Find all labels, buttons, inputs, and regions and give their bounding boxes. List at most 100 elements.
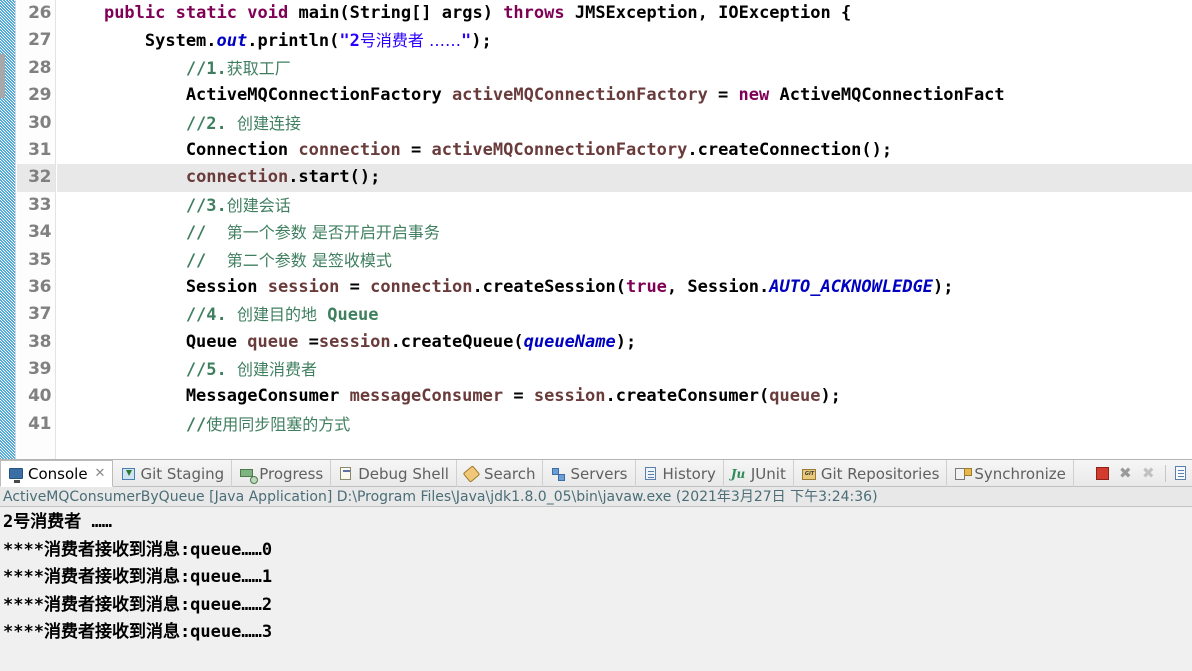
tab-git-staging[interactable]: Git Staging bbox=[113, 460, 233, 487]
code-line-30[interactable]: //2. 创建连接 bbox=[57, 110, 1192, 137]
code-text-area[interactable]: public static void main(String[] args) t… bbox=[57, 0, 1192, 459]
terminate-button[interactable] bbox=[1094, 465, 1111, 482]
tab-servers[interactable]: Servers bbox=[543, 460, 636, 487]
console-view: Console ✕ Git Staging Progress Debug She… bbox=[0, 459, 1192, 671]
launch-status-line: ActiveMQConsumerByQueue [Java Applicatio… bbox=[0, 487, 1192, 507]
console-output-line: ****消费者接收到消息:queue……1 bbox=[3, 567, 273, 587]
remove-launch-button[interactable]: ✖ bbox=[1117, 465, 1134, 482]
line-number: 34 bbox=[28, 222, 51, 243]
code-line-37[interactable]: //4. 创建目的地 Queue bbox=[57, 301, 1192, 328]
tab-progress[interactable]: Progress bbox=[232, 460, 332, 487]
gutter-row: 31 bbox=[17, 137, 55, 164]
tab-junit[interactable]: Ju JUnit bbox=[724, 460, 794, 487]
line-number: 35 bbox=[28, 249, 51, 270]
code-line: MessageConsumer messageConsumer = sessio… bbox=[57, 383, 1192, 410]
code-line-39[interactable]: //5. 创建消费者 bbox=[57, 356, 1192, 383]
code-line: System.out.println("2号消费者 ……"); bbox=[57, 27, 1192, 54]
clear-console-button[interactable] bbox=[1174, 465, 1191, 482]
tab-label: Debug Shell bbox=[358, 464, 449, 483]
code-line: //3.创建会话 bbox=[57, 192, 1192, 219]
gutter-row: 37 bbox=[17, 301, 55, 328]
search-icon bbox=[462, 464, 481, 483]
code-line-32[interactable]: connection.start(); bbox=[57, 164, 1192, 192]
tab-git-repositories[interactable]: Git Repositories bbox=[794, 460, 948, 487]
code-line-26[interactable]: public static void main(String[] args) t… bbox=[57, 0, 1192, 27]
gutter-row: 33 bbox=[17, 192, 55, 219]
progress-icon bbox=[239, 466, 259, 484]
toolbar-separator bbox=[1164, 464, 1166, 482]
code-line: //使用同步阻塞的方式 bbox=[57, 411, 1192, 438]
tab-label: Progress bbox=[259, 464, 324, 483]
tab-synchronize[interactable]: Synchronize bbox=[947, 460, 1074, 487]
line-number: 31 bbox=[28, 139, 51, 160]
code-line: // 第一个参数 是否开启开启事务 bbox=[57, 219, 1192, 246]
tab-label: Git Repositories bbox=[820, 464, 940, 483]
code-line: Session session = connection.createSessi… bbox=[57, 274, 1192, 301]
code-line: Queue queue =session.createQueue(queueNa… bbox=[57, 329, 1192, 356]
tab-search[interactable]: Search bbox=[457, 460, 544, 487]
tab-label: JUnit bbox=[750, 464, 786, 483]
gutter-row: 29 bbox=[17, 82, 55, 109]
history-icon bbox=[643, 466, 659, 482]
code-line-34[interactable]: // 第一个参数 是否开启开启事务 bbox=[57, 219, 1192, 246]
synchronize-icon bbox=[954, 466, 973, 482]
line-number: 38 bbox=[28, 331, 51, 352]
overview-ruler-thumb[interactable] bbox=[0, 54, 5, 98]
code-line: //5. 创建消费者 bbox=[57, 356, 1192, 383]
eclipse-ide-window: 26 27 28 29 30 31 32 33 34 35 36 37 38 3… bbox=[0, 0, 1192, 671]
code-line-31[interactable]: Connection connection = activeMQConnecti… bbox=[57, 137, 1192, 164]
tab-label: Servers bbox=[570, 464, 628, 483]
code-line-36[interactable]: Session session = connection.createSessi… bbox=[57, 274, 1192, 301]
code-line-27[interactable]: System.out.println("2号消费者 ……"); bbox=[57, 27, 1192, 54]
gutter-row: 36 bbox=[17, 274, 55, 301]
view-tab-bar[interactable]: Console ✕ Git Staging Progress Debug She… bbox=[0, 460, 1192, 487]
console-toolbar[interactable]: ✖ ✖ bbox=[1088, 460, 1192, 486]
code-line-38[interactable]: Queue queue =session.createQueue(queueNa… bbox=[57, 329, 1192, 356]
code-line-35[interactable]: // 第二个参数 是签收模式 bbox=[57, 247, 1192, 274]
gutter-row: 34 bbox=[17, 219, 55, 246]
code-line-40[interactable]: MessageConsumer messageConsumer = sessio… bbox=[57, 383, 1192, 410]
code-line: ActiveMQConnectionFactory activeMQConnec… bbox=[57, 82, 1192, 109]
console-output-line: ****消费者接收到消息:queue……0 bbox=[3, 539, 273, 560]
debug-shell-icon bbox=[338, 466, 354, 482]
gutter-row: 32 bbox=[17, 164, 55, 192]
console-output-line: ****消费者接收到消息:queue……2 bbox=[3, 594, 273, 615]
code-line-41[interactable]: //使用同步阻塞的方式 bbox=[57, 411, 1192, 438]
gutter-row: 39 bbox=[17, 356, 55, 383]
code-line-28[interactable]: //1.获取工厂 bbox=[57, 55, 1192, 82]
code-line: connection.start(); bbox=[57, 164, 1192, 192]
gutter-row: 38 bbox=[17, 329, 55, 356]
console-output[interactable]: 2号消费者 …… ****消费者接收到消息:queue……0 ****消费者接收… bbox=[0, 507, 1192, 671]
close-icon[interactable]: ✕ bbox=[95, 466, 106, 481]
gutter-row: 41 bbox=[17, 411, 55, 438]
code-line: //1.获取工厂 bbox=[57, 55, 1192, 82]
tab-history[interactable]: History bbox=[636, 460, 724, 487]
code-line-33[interactable]: //3.创建会话 bbox=[57, 192, 1192, 219]
git-repositories-icon bbox=[801, 466, 817, 482]
change-marker-bar bbox=[0, 0, 16, 459]
java-source-editor[interactable]: 26 27 28 29 30 31 32 33 34 35 36 37 38 3… bbox=[0, 0, 1192, 459]
line-number: 37 bbox=[28, 304, 51, 325]
code-line: public static void main(String[] args) t… bbox=[57, 0, 1192, 27]
git-staging-icon bbox=[120, 466, 136, 482]
junit-glyph: Ju bbox=[730, 466, 746, 481]
gutter-row: 27 bbox=[17, 27, 55, 54]
line-number: 33 bbox=[28, 194, 51, 215]
remove-all-launches-button[interactable]: ✖ bbox=[1140, 465, 1157, 482]
tab-console[interactable]: Console ✕ bbox=[0, 460, 114, 487]
tab-debug-shell[interactable]: Debug Shell bbox=[331, 460, 457, 487]
console-output-line: 2号消费者 …… bbox=[3, 512, 112, 532]
gutter-row: 35 bbox=[17, 247, 55, 274]
line-number: 36 bbox=[28, 276, 51, 297]
code-line-29[interactable]: ActiveMQConnectionFactory activeMQConnec… bbox=[57, 82, 1192, 109]
gutter-row: 28 bbox=[17, 55, 55, 82]
console-output-line: ****消费者接收到消息:queue……3 bbox=[3, 622, 273, 642]
line-number: 39 bbox=[28, 359, 51, 380]
line-number: 40 bbox=[28, 386, 51, 407]
line-number-gutter[interactable]: 26 27 28 29 30 31 32 33 34 35 36 37 38 3… bbox=[17, 0, 69, 459]
tab-label: History bbox=[662, 464, 716, 483]
code-line: Connection connection = activeMQConnecti… bbox=[57, 137, 1192, 164]
gutter-row: 30 bbox=[17, 110, 55, 137]
line-number: 29 bbox=[28, 85, 51, 106]
tab-label: Synchronize bbox=[974, 464, 1066, 483]
